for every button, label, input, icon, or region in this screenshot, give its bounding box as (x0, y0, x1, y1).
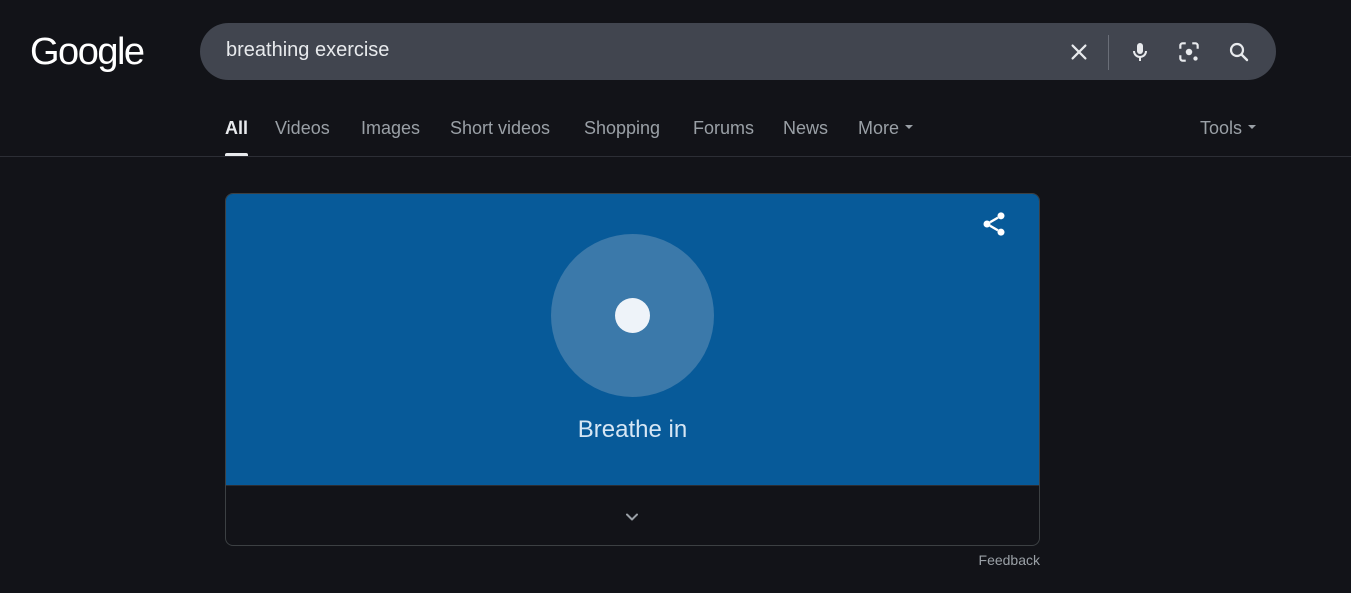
tab-more[interactable]: More (858, 118, 914, 156)
tab-shopping[interactable]: Shopping (584, 118, 660, 156)
clear-icon[interactable] (1065, 38, 1093, 66)
tab-all[interactable]: All (225, 118, 249, 156)
tools-button[interactable]: Tools (1200, 118, 1257, 156)
tab-images[interactable]: Images (361, 118, 420, 156)
google-logo[interactable]: Google (30, 30, 145, 74)
tab-news[interactable]: News (783, 118, 828, 156)
tools-label: Tools (1200, 118, 1243, 138)
search-tabs: All Videos Images Short videos Shopping … (0, 104, 1351, 157)
tab-short-videos[interactable]: Short videos (450, 118, 550, 156)
caret-down-icon (1248, 125, 1257, 130)
tab-videos[interactable]: Videos (275, 118, 330, 156)
card-footer (226, 485, 1039, 545)
breathing-panel: Breathe in (226, 194, 1039, 485)
tab-forums[interactable]: Forums (693, 118, 754, 156)
breathing-exercise-card: Breathe in (225, 193, 1040, 546)
search-icon[interactable] (1225, 38, 1253, 66)
caret-down-icon (905, 125, 914, 130)
feedback-link[interactable]: Feedback (960, 552, 1040, 568)
share-icon[interactable] (980, 210, 1008, 238)
chevron-down-icon[interactable] (618, 503, 646, 531)
search-bar[interactable]: breathing exercise (200, 23, 1276, 80)
tab-more-label: More (858, 118, 900, 138)
search-divider (1108, 35, 1109, 70)
microphone-icon[interactable] (1126, 38, 1154, 66)
breathing-dot (615, 298, 650, 333)
search-input[interactable]: breathing exercise (226, 23, 389, 80)
lens-icon[interactable] (1175, 38, 1203, 66)
breathing-status: Breathe in (577, 416, 688, 443)
